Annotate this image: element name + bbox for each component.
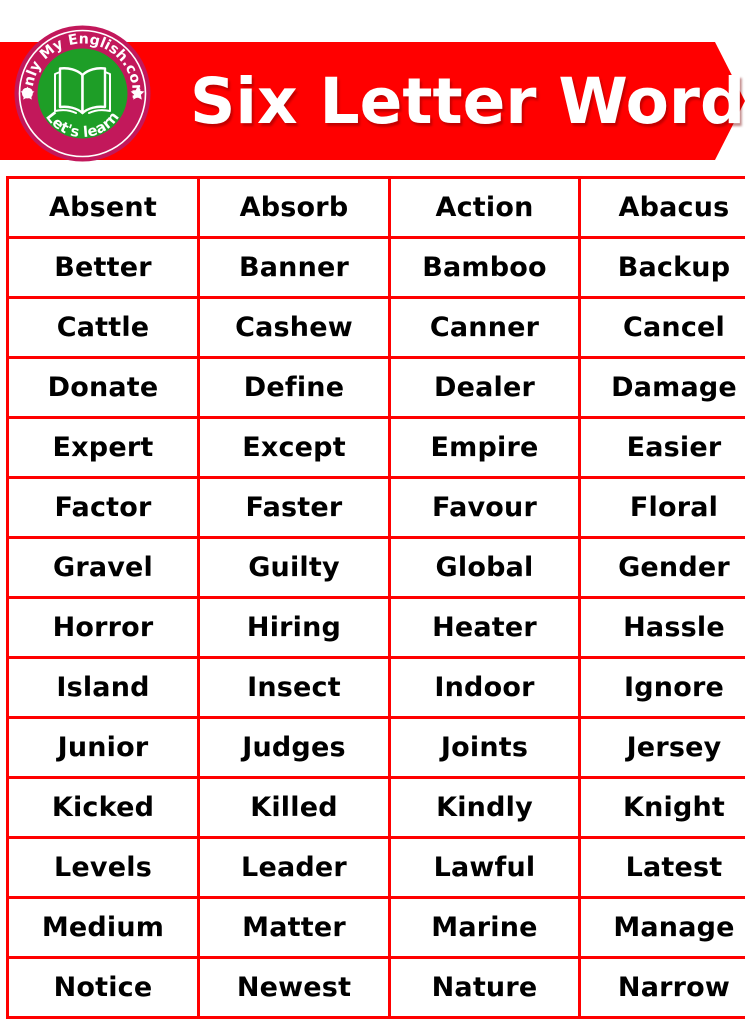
site-logo: Only My English.com Let's learn	[14, 25, 151, 162]
word-cell: Hassle	[578, 596, 745, 659]
word-cell: Canner	[388, 296, 581, 359]
word-cell: Judges	[197, 716, 391, 779]
word-cell: Hiring	[197, 596, 391, 659]
page-header: Six Letter Words Only My English.com Let…	[0, 0, 745, 176]
word-cell: Jersey	[578, 716, 745, 779]
word-cell: Gender	[578, 536, 745, 599]
word-cell: Cattle	[6, 296, 200, 359]
word-cell: Marine	[388, 896, 581, 959]
word-cell: Knight	[578, 776, 745, 839]
word-cell: Guilty	[197, 536, 391, 599]
word-cell: Leader	[197, 836, 391, 899]
word-cell: Kindly	[388, 776, 581, 839]
table-row: Medium Matter Marine Manage	[6, 896, 745, 959]
table-row: Levels Leader Lawful Latest	[6, 836, 745, 899]
table-row: Junior Judges Joints Jersey	[6, 716, 745, 779]
table-row: Absent Absorb Action Abacus	[6, 176, 745, 239]
word-cell: Ignore	[578, 656, 745, 719]
word-cell: Abacus	[578, 176, 745, 239]
word-cell: Island	[6, 656, 200, 719]
word-cell: Absent	[6, 176, 200, 239]
word-cell: Lawful	[388, 836, 581, 899]
word-cell: Latest	[578, 836, 745, 899]
page-title: Six Letter Words	[190, 64, 745, 138]
word-cell: Levels	[6, 836, 200, 899]
word-cell: Favour	[388, 476, 581, 539]
word-cell: Global	[388, 536, 581, 599]
word-cell: Kicked	[6, 776, 200, 839]
table-row: Donate Define Dealer Damage	[6, 356, 745, 419]
word-cell: Factor	[6, 476, 200, 539]
word-cell: Newest	[197, 956, 391, 1019]
table-row: Horror Hiring Heater Hassle	[6, 596, 745, 659]
word-cell: Dealer	[388, 356, 581, 419]
word-cell: Matter	[197, 896, 391, 959]
word-cell: Donate	[6, 356, 200, 419]
table-row: Expert Except Empire Easier	[6, 416, 745, 479]
word-cell: Nature	[388, 956, 581, 1019]
word-list-table: Absent Absorb Action Abacus Better Banner Bamb…	[6, 176, 745, 1019]
word-list-body: Absent Absorb Action Abacus Better Banner Bamb…	[6, 176, 745, 1019]
word-cell: Indoor	[388, 656, 581, 719]
word-cell: Expert	[6, 416, 200, 479]
table-row: Island Insect Indoor Ignore	[6, 656, 745, 719]
word-cell: Manage	[578, 896, 745, 959]
table-row: Gravel Guilty Global Gender	[6, 536, 745, 599]
table-row: Notice Newest Nature Narrow	[6, 956, 745, 1019]
open-book-icon	[54, 67, 111, 115]
word-cell: Joints	[388, 716, 581, 779]
word-cell: Damage	[578, 356, 745, 419]
word-cell: Easier	[578, 416, 745, 479]
word-cell: Banner	[197, 236, 391, 299]
word-cell: Floral	[578, 476, 745, 539]
word-cell: Junior	[6, 716, 200, 779]
word-cell: Bamboo	[388, 236, 581, 299]
word-cell: Except	[197, 416, 391, 479]
word-cell: Gravel	[6, 536, 200, 599]
word-cell: Killed	[197, 776, 391, 839]
table-row: Better Banner Bamboo Backup	[6, 236, 745, 299]
word-cell: Empire	[388, 416, 581, 479]
word-cell: Heater	[388, 596, 581, 659]
word-cell: Absorb	[197, 176, 391, 239]
table-row: Kicked Killed Kindly Knight	[6, 776, 745, 839]
word-cell: Cancel	[578, 296, 745, 359]
word-cell: Action	[388, 176, 581, 239]
word-cell: Horror	[6, 596, 200, 659]
word-cell: Medium	[6, 896, 200, 959]
word-cell: Define	[197, 356, 391, 419]
word-cell: Insect	[197, 656, 391, 719]
word-cell: Narrow	[578, 956, 745, 1019]
word-cell: Notice	[6, 956, 200, 1019]
word-cell: Better	[6, 236, 200, 299]
word-cell: Faster	[197, 476, 391, 539]
word-cell: Backup	[578, 236, 745, 299]
table-row: Factor Faster Favour Floral	[6, 476, 745, 539]
table-row: Cattle Cashew Canner Cancel	[6, 296, 745, 359]
word-cell: Cashew	[197, 296, 391, 359]
